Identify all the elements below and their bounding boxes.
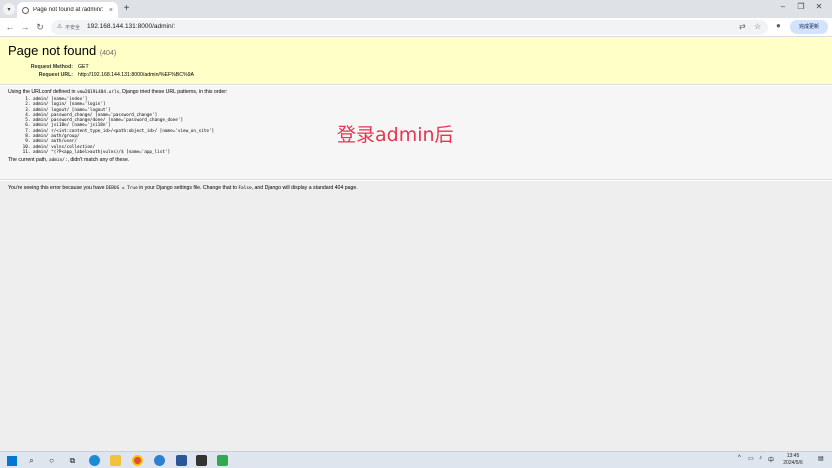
ime-icon[interactable]: 中: [768, 455, 774, 464]
task-view-icon[interactable]: ⧉: [67, 455, 78, 466]
close-tab-icon[interactable]: ×: [109, 7, 113, 14]
new-tab-button[interactable]: +: [121, 3, 132, 14]
tab-bar: ▾ Page not found at /admin/: × + – ❐ ✕: [0, 0, 832, 18]
urlconf-prefix: Using the URLconf defined in: [8, 89, 76, 95]
clock[interactable]: 13:45 2024/5/6: [776, 453, 810, 467]
path-value: admin/:: [48, 158, 68, 164]
request-url-value: http://192.168.144.131:8000/admin/%EF%BC…: [78, 72, 194, 78]
forward-icon[interactable]: →: [19, 21, 31, 33]
search-icon[interactable]: ⌕: [26, 455, 37, 466]
urlconf-text: Using the URLconf defined in vmw2019L404…: [8, 89, 824, 96]
path-prefix: The current path,: [8, 157, 48, 164]
tab-title: Page not found at /admin/:: [33, 7, 104, 13]
word-icon[interactable]: [176, 455, 187, 466]
debug-prefix: You're seeing this error because you hav…: [8, 185, 105, 191]
debug-explanation: You're seeing this error because you hav…: [0, 181, 832, 451]
minimize-icon[interactable]: –: [776, 2, 790, 11]
annotation-text: 登录admin后: [337, 124, 454, 146]
debug-setting: DEBUG = True: [106, 186, 138, 191]
chevron-up-icon[interactable]: ^: [738, 455, 741, 461]
update-button[interactable]: 完成更新: [790, 20, 828, 34]
notification-icon[interactable]: ▤: [818, 455, 824, 462]
debug-middle: in your Django settings file. Change tha…: [139, 185, 237, 191]
path-suffix: , didn't match any of these.: [67, 157, 130, 164]
urlconf-suffix: , Django tried these URL patterns, in th…: [119, 89, 228, 95]
request-method-value: GET: [78, 64, 89, 70]
restore-icon[interactable]: ❐: [794, 2, 808, 11]
warning-icon[interactable]: ⚠: [57, 23, 62, 30]
back-icon[interactable]: ←: [4, 21, 16, 33]
bookmark-star-icon[interactable]: ☆: [754, 22, 761, 31]
chrome-icon[interactable]: [132, 455, 143, 466]
tab-active[interactable]: Page not found at /admin/: ×: [17, 2, 118, 18]
display-icon[interactable]: ▭: [748, 455, 754, 462]
security-label[interactable]: 不安全: [65, 24, 80, 31]
browser-toolbar: ← → ↻ ⚠ 不安全 192.168.144.131:8000/admin/:…: [0, 18, 832, 37]
request-table: Request Method: GET Request URL: http://…: [8, 63, 194, 79]
page-title: Page not found (404): [8, 43, 824, 58]
clock-time: 13:45: [786, 453, 800, 459]
app-blue-icon[interactable]: [154, 455, 165, 466]
translate-icon[interactable]: ⇄: [739, 22, 746, 31]
request-method-label: Request Method:: [30, 64, 73, 70]
error-summary: Page not found (404) Request Method: GET…: [0, 37, 832, 85]
request-url-label: Request URL:: [38, 72, 73, 78]
volume-icon[interactable]: ♪: [759, 455, 762, 461]
reload-icon[interactable]: ↻: [34, 21, 46, 33]
debug-text: You're seeing this error because you hav…: [8, 185, 824, 191]
cortana-icon[interactable]: ○: [46, 455, 57, 466]
terminal-icon[interactable]: [196, 455, 207, 466]
clock-date: 2024/5/6: [783, 460, 803, 466]
app-green-icon[interactable]: [217, 455, 228, 466]
close-window-icon[interactable]: ✕: [812, 2, 826, 11]
tab-search-icon[interactable]: ▾: [3, 3, 15, 15]
edge-icon[interactable]: [89, 455, 100, 466]
debug-false: False: [238, 186, 252, 191]
address-bar[interactable]: ⚠ 不安全 192.168.144.131:8000/admin/: ⇄ ☆: [51, 20, 768, 35]
file-explorer-icon[interactable]: [110, 455, 121, 466]
windows-start-icon[interactable]: [6, 455, 17, 466]
current-path-text: The current path, admin/:, didn't match …: [8, 157, 824, 164]
page-title-text: Page not found: [8, 43, 97, 58]
url-pattern: admin/ ^(?P<app_label>auth|vulns)/$ [nam…: [33, 150, 824, 155]
address-url[interactable]: 192.168.144.131:8000/admin/:: [87, 23, 175, 30]
urlconf-module: vmw2019L404.urls: [76, 90, 120, 95]
taskbar: ⌕ ○ ⧉ ^ ▭ ♪ 中 13:45 2024/5/6 ▤: [0, 451, 832, 468]
status-code: (404): [99, 50, 117, 57]
profile-icon[interactable]: ●: [776, 21, 781, 30]
globe-icon: [22, 6, 29, 14]
debug-suffix: , and Django will display a standard 404…: [251, 185, 358, 191]
